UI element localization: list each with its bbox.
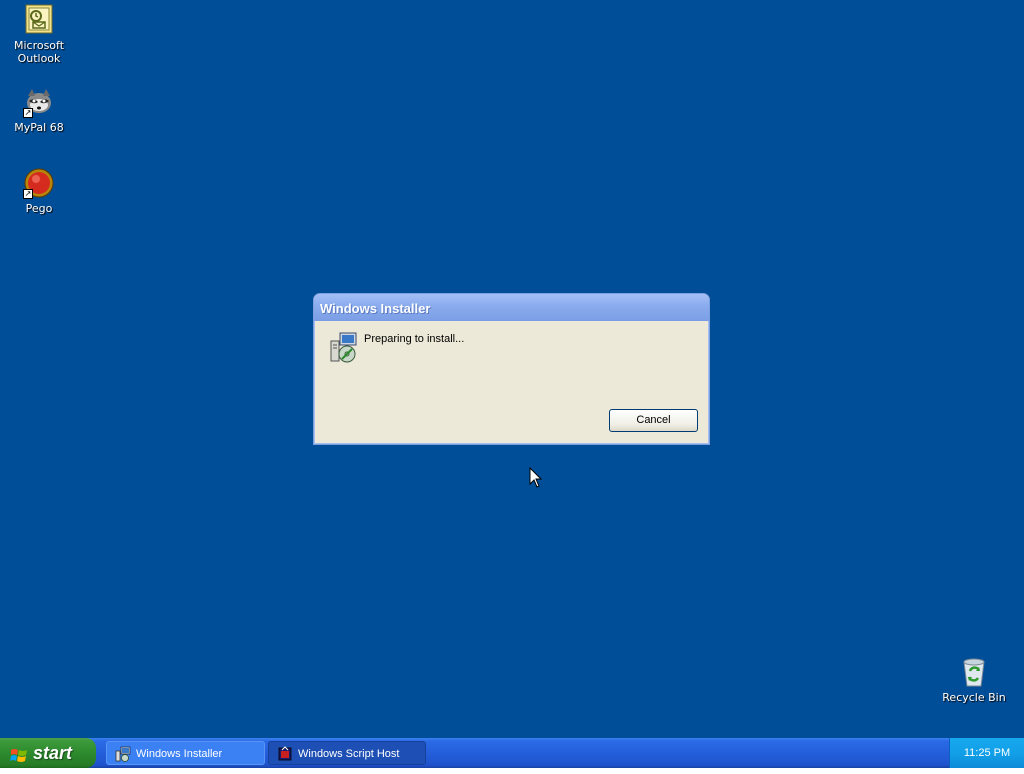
windows-installer-dialog: Windows Installer Preparing to install..… bbox=[313, 293, 710, 445]
shortcut-arrow-icon: ↗ bbox=[23, 108, 33, 118]
desktop-icon-outlook[interactable]: Microsoft Outlook bbox=[1, 4, 77, 65]
taskbar: start Windows Installer Windows Script H… bbox=[0, 738, 1024, 768]
system-tray: 11:25 PM bbox=[949, 738, 1024, 768]
desktop-icon-mypal[interactable]: ↗ MyPal 68 bbox=[1, 86, 77, 134]
windows-logo-icon bbox=[10, 744, 28, 762]
taskbar-item-windows-script-host[interactable]: Windows Script Host bbox=[268, 741, 426, 765]
pego-icon: ↗ bbox=[23, 167, 55, 199]
script-host-icon bbox=[277, 746, 293, 762]
dialog-title: Windows Installer bbox=[320, 301, 431, 316]
start-label: start bbox=[33, 743, 73, 763]
outlook-icon bbox=[23, 4, 55, 36]
start-button[interactable]: start bbox=[0, 738, 96, 768]
desktop-icon-label: Recycle Bin bbox=[942, 691, 1006, 704]
clock[interactable]: 11:25 PM bbox=[964, 747, 1010, 759]
desktop-icon-label: MyPal 68 bbox=[14, 121, 64, 134]
taskbar-item-label: Windows Installer bbox=[136, 748, 223, 760]
dialog-titlebar[interactable]: Windows Installer bbox=[314, 294, 709, 321]
desktop-icon-recycle-bin[interactable]: Recycle Bin bbox=[936, 656, 1012, 704]
desktop-icon-pego[interactable]: ↗ Pego bbox=[1, 167, 77, 215]
desktop: Microsoft Outlook ↗ MyPal 68 ↗ Pego Recy… bbox=[0, 0, 1024, 738]
cancel-button[interactable]: Cancel bbox=[609, 409, 698, 432]
installer-icon bbox=[328, 331, 360, 363]
mouse-cursor-icon bbox=[529, 466, 543, 489]
dialog-body: Preparing to install... Cancel bbox=[317, 321, 706, 441]
shortcut-arrow-icon: ↗ bbox=[23, 189, 33, 199]
recycle-bin-icon bbox=[958, 656, 990, 688]
desktop-icon-label: Microsoft Outlook bbox=[13, 39, 65, 65]
dialog-message: Preparing to install... bbox=[364, 333, 465, 345]
taskbar-item-windows-installer[interactable]: Windows Installer bbox=[106, 741, 265, 765]
installer-icon bbox=[115, 746, 131, 762]
desktop-icon-label: Pego bbox=[25, 202, 53, 215]
taskbar-item-label: Windows Script Host bbox=[298, 748, 400, 760]
mypal-icon: ↗ bbox=[23, 86, 55, 118]
